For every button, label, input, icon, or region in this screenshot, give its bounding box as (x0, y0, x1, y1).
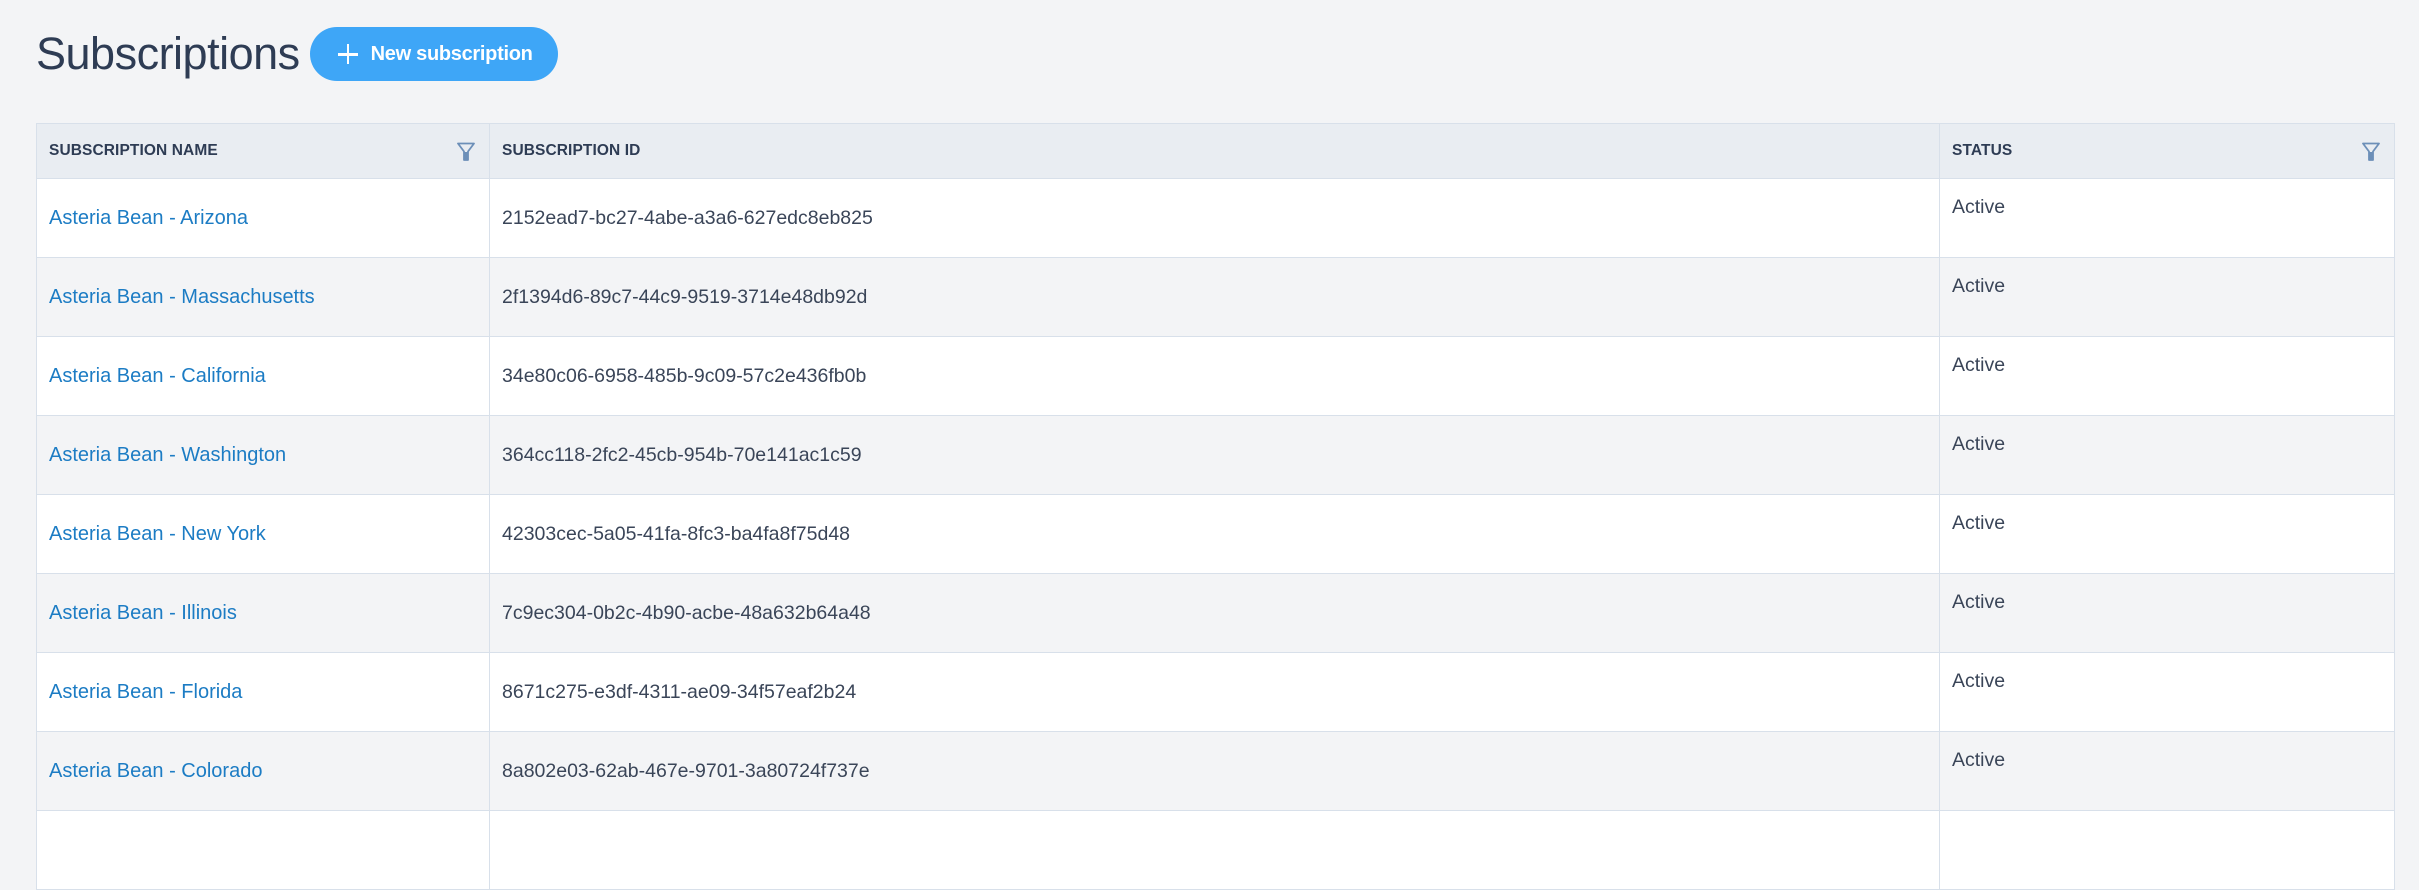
page-title: Subscriptions (36, 28, 300, 79)
subscription-name-link[interactable]: Asteria Bean - Florida (49, 681, 242, 704)
filter-icon[interactable] (2362, 142, 2380, 161)
table-row: Asteria Bean - New York 42303cec-5a05-41… (37, 495, 2394, 574)
table-row: Asteria Bean - Massachusetts 2f1394d6-89… (37, 258, 2394, 337)
status-cell: Active (1952, 433, 2006, 455)
subscription-name-cell: Asteria Bean - Washington (37, 416, 490, 494)
column-header-status[interactable]: STATUS (1940, 124, 2394, 178)
column-header-subscription-id: SUBSCRIPTION ID (490, 124, 1940, 178)
table-row: Asteria Bean - Florida 8671c275-e3df-431… (37, 653, 2394, 732)
subscription-name-cell: Asteria Bean - Arizona (37, 179, 490, 257)
subscription-id-cell: 7c9ec304-0b2c-4b90-acbe-48a632b64a48 (490, 574, 1940, 652)
table-row: Asteria Bean - Washington 364cc118-2fc2-… (37, 416, 2394, 495)
subscriptions-table: SUBSCRIPTION NAME SUBSCRIPTION ID STATUS… (36, 123, 2395, 890)
subscription-id-cell: 8671c275-e3df-4311-ae09-34f57eaf2b24 (490, 653, 1940, 731)
subscription-id-cell: 8a802e03-62ab-467e-9701-3a80724f737e (490, 732, 1940, 810)
subscription-name-link[interactable]: Asteria Bean - New York (49, 523, 266, 546)
status-cell: Active (1952, 512, 2006, 534)
subscription-name-cell: Asteria Bean - Colorado (37, 732, 490, 810)
subscription-name-cell: Asteria Bean - New York (37, 495, 490, 573)
subscription-name-link[interactable]: Asteria Bean - Massachusetts (49, 286, 315, 309)
status-cell: Active (1952, 591, 2006, 613)
new-subscription-label: New subscription (370, 42, 533, 65)
subscription-id-cell: 2f1394d6-89c7-44c9-9519-3714e48db92d (490, 258, 1940, 336)
subscription-name-link[interactable]: Asteria Bean - California (49, 365, 266, 388)
subscription-name-link[interactable]: Asteria Bean - Illinois (49, 602, 237, 625)
subscription-name-cell: Asteria Bean - Illinois (37, 574, 490, 652)
table-row (37, 811, 2394, 890)
subscription-id-cell: 364cc118-2fc2-45cb-954b-70e141ac1c59 (490, 416, 1940, 494)
column-header-label: STATUS (1952, 142, 2013, 159)
page-header: Subscriptions New subscription (36, 27, 558, 81)
table-header-row: SUBSCRIPTION NAME SUBSCRIPTION ID STATUS (37, 124, 2394, 179)
subscription-name-link[interactable]: Asteria Bean - Arizona (49, 207, 248, 230)
table-row: Asteria Bean - Illinois 7c9ec304-0b2c-4b… (37, 574, 2394, 653)
subscription-name-cell: Asteria Bean - California (37, 337, 490, 415)
subscription-id-cell: 34e80c06-6958-485b-9c09-57c2e436fb0b (490, 337, 1940, 415)
column-header-label: SUBSCRIPTION ID (502, 142, 641, 159)
table-row: Asteria Bean - California 34e80c06-6958-… (37, 337, 2394, 416)
status-cell: Active (1952, 196, 2006, 218)
status-cell: Active (1952, 354, 2006, 376)
filter-icon[interactable] (457, 142, 475, 161)
subscription-name-link[interactable]: Asteria Bean - Colorado (49, 760, 262, 783)
new-subscription-button[interactable]: New subscription (309, 27, 558, 81)
table-row: Asteria Bean - Colorado 8a802e03-62ab-46… (37, 732, 2394, 811)
subscription-name-cell: Asteria Bean - Massachusetts (37, 258, 490, 336)
subscription-id-cell: 2152ead7-bc27-4abe-a3a6-627edc8eb825 (490, 179, 1940, 257)
subscription-name-cell: Asteria Bean - Florida (37, 653, 490, 731)
column-header-label: SUBSCRIPTION NAME (49, 142, 218, 159)
status-cell: Active (1952, 670, 2006, 692)
subscription-id-cell: 42303cec-5a05-41fa-8fc3-ba4fa8f75d48 (490, 495, 1940, 573)
status-cell: Active (1952, 749, 2006, 771)
column-header-subscription-name[interactable]: SUBSCRIPTION NAME (37, 124, 490, 178)
subscription-name-link[interactable]: Asteria Bean - Washington (49, 444, 286, 467)
table-row: Asteria Bean - Arizona 2152ead7-bc27-4ab… (37, 179, 2394, 258)
status-cell: Active (1952, 275, 2006, 297)
plus-icon (337, 44, 358, 64)
